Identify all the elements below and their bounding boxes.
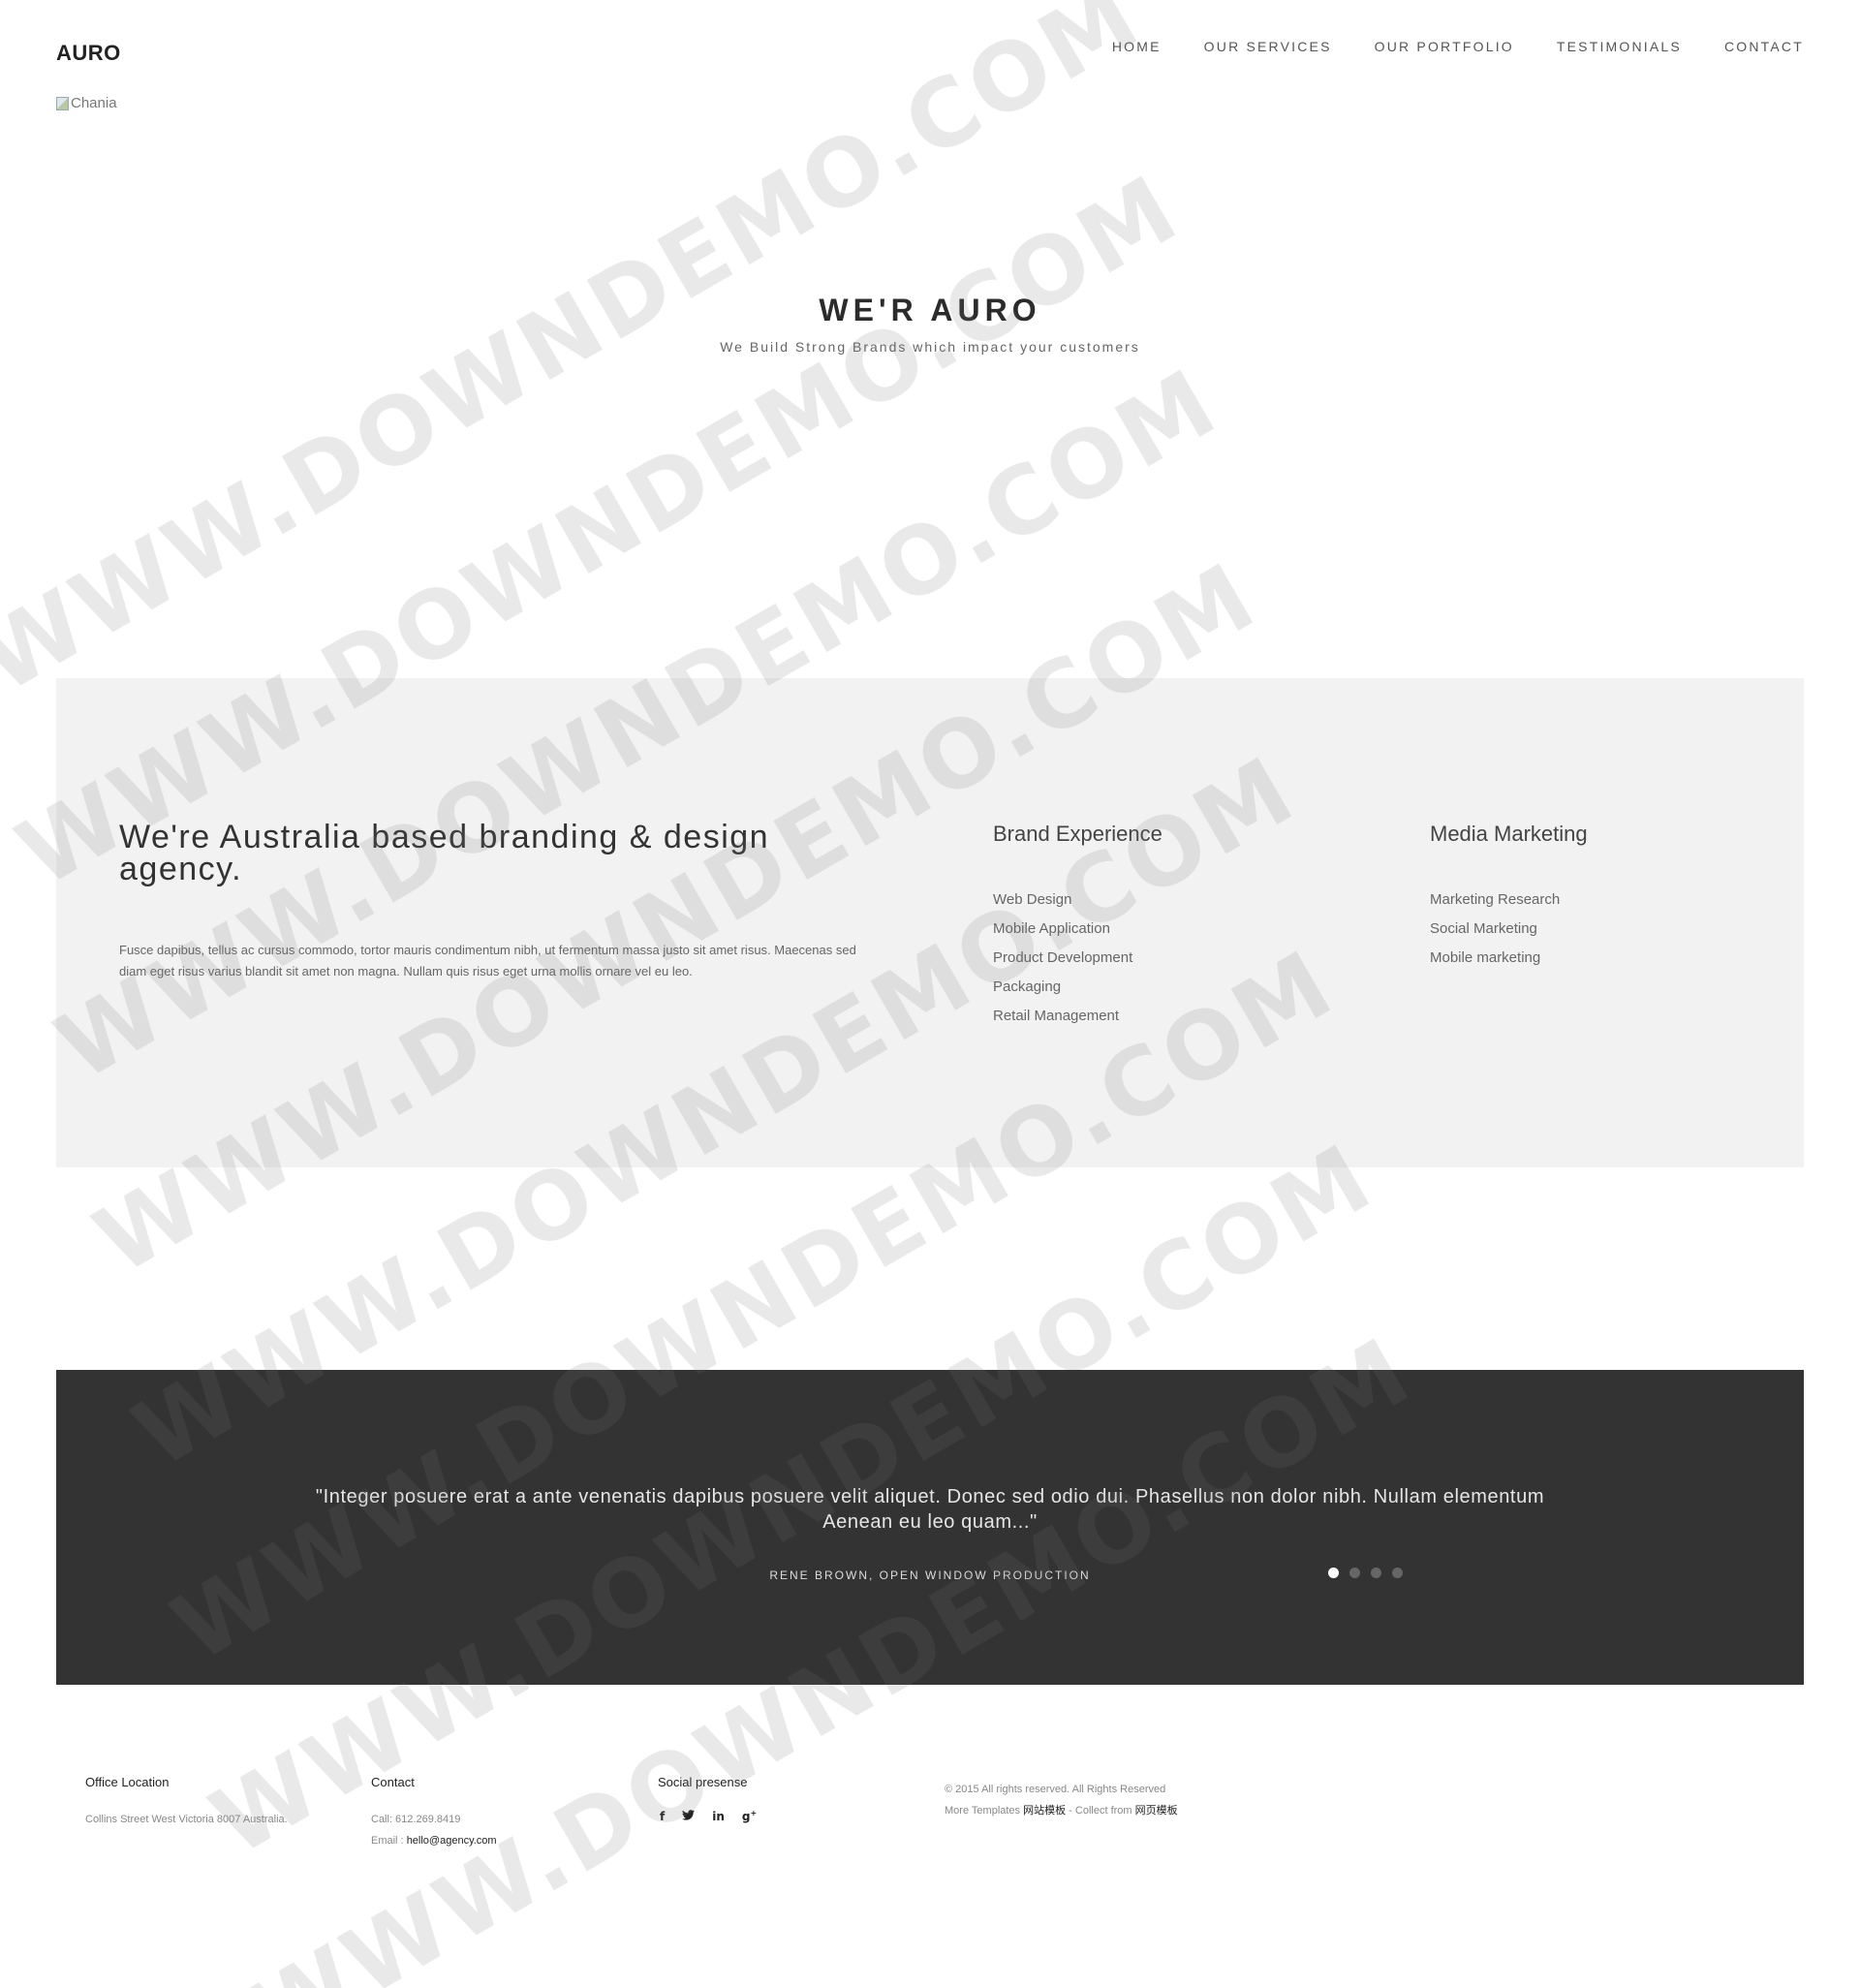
watermark-text: WWW.DOWNDEMO.COM	[0, 0, 1159, 714]
about-body: Fusce dapibus, tellus ac cursus commodo,…	[119, 943, 856, 978]
facebook-icon[interactable]: f	[660, 1810, 665, 1823]
list-item[interactable]: Retail Management	[993, 1002, 1162, 1031]
testimonial-section: "Integer posuere erat a ante venenatis d…	[56, 1370, 1804, 1685]
linkedin-icon[interactable]: in	[712, 1810, 725, 1823]
carousel-dot-2[interactable]	[1349, 1568, 1360, 1578]
hero-title: WE'R AURO	[819, 293, 1041, 327]
footer-email-link[interactable]: hello@agency.com	[407, 1835, 497, 1847]
footer-social-title: Social presense	[658, 1775, 748, 1789]
list-item[interactable]: Social Marketing	[1430, 915, 1588, 944]
carousel-dots	[1328, 1568, 1403, 1578]
brand-experience-column: Brand Experience Web Design Mobile Appli…	[993, 822, 1162, 1031]
nav-home[interactable]: HOME	[1112, 39, 1162, 54]
list-item[interactable]: Packaging	[993, 973, 1162, 1002]
collect-from-link[interactable]: 网页模板	[1135, 1805, 1178, 1817]
collect-from-label: - Collect from	[1066, 1805, 1135, 1817]
broken-image-icon	[56, 96, 69, 110]
more-templates-label: More Templates	[945, 1805, 1024, 1817]
social-icons: f in g+	[660, 1809, 757, 1823]
google-plus-icon[interactable]: g+	[742, 1809, 757, 1823]
footer-contact-call: Call: 612.269.8419	[371, 1814, 461, 1825]
list-item[interactable]: Mobile marketing	[1430, 944, 1588, 973]
media-marketing-column: Media Marketing Marketing Research Socia…	[1430, 822, 1588, 973]
logo[interactable]: AURO	[56, 41, 121, 66]
main-nav: HOME OUR SERVICES OUR PORTFOLIO TESTIMON…	[1112, 39, 1804, 54]
testimonial-author: RENE BROWN, OPEN WINDOW PRODUCTION	[769, 1569, 1091, 1582]
list-item[interactable]: Web Design	[993, 885, 1162, 915]
footer-contact-title: Contact	[371, 1775, 415, 1789]
list-item[interactable]: Marketing Research	[1430, 885, 1588, 915]
carousel-dot-4[interactable]	[1392, 1568, 1403, 1578]
footer-copyright: © 2015 All rights reserved. All Rights R…	[945, 1779, 1178, 1821]
list-item[interactable]: Product Development	[993, 944, 1162, 973]
about-section: We're Australia based branding & design …	[56, 678, 1804, 1167]
testimonial-quote-line: "Integer posuere erat a ante venenatis d…	[315, 1486, 1545, 1507]
hero-image-alt: Chania	[71, 95, 117, 111]
twitter-icon[interactable]	[682, 1809, 696, 1823]
carousel-dot-3[interactable]	[1371, 1568, 1381, 1578]
media-marketing-list: Marketing Research Social Marketing Mobi…	[1430, 885, 1588, 973]
testimonial-quote: "Integer posuere erat a ante venenatis d…	[56, 1484, 1804, 1535]
nav-our-portfolio[interactable]: OUR PORTFOLIO	[1375, 39, 1514, 54]
brand-experience-title: Brand Experience	[993, 822, 1162, 846]
copyright-text: © 2015 All rights reserved. All Rights R…	[945, 1784, 1166, 1795]
hero-subtitle: We Build Strong Brands which impact your…	[720, 339, 1140, 355]
list-item[interactable]: Mobile Application	[993, 915, 1162, 944]
footer-office-address: Collins Street West Victoria 8007 Austra…	[85, 1814, 288, 1825]
media-marketing-title: Media Marketing	[1430, 822, 1588, 846]
testimonial-quote-line: Aenean eu leo quam..."	[822, 1511, 1038, 1533]
more-templates-link[interactable]: 网站模板	[1023, 1805, 1066, 1817]
footer-contact: Contact Call: 612.269.8419 Email : hello…	[371, 1775, 497, 1851]
about-heading: We're Australia based branding & design …	[119, 819, 770, 887]
footer-contact-email-line: Email : hello@agency.com	[371, 1830, 497, 1851]
hero-image: Chania	[56, 95, 117, 111]
brand-experience-list: Web Design Mobile Application Product De…	[993, 885, 1162, 1031]
footer-social: Social presense f in g+	[658, 1775, 757, 1823]
footer-email-label: Email :	[371, 1835, 407, 1847]
footer-office: Office Location Collins Street West Vict…	[85, 1775, 288, 1830]
nav-contact[interactable]: CONTACT	[1724, 39, 1804, 54]
nav-our-services[interactable]: OUR SERVICES	[1204, 39, 1332, 54]
footer-credits: More Templates 网站模板 - Collect from 网页模板	[945, 1800, 1178, 1821]
carousel-dot-1[interactable]	[1328, 1568, 1339, 1578]
nav-testimonials[interactable]: TESTIMONIALS	[1557, 39, 1682, 54]
footer-office-title: Office Location	[85, 1775, 170, 1789]
